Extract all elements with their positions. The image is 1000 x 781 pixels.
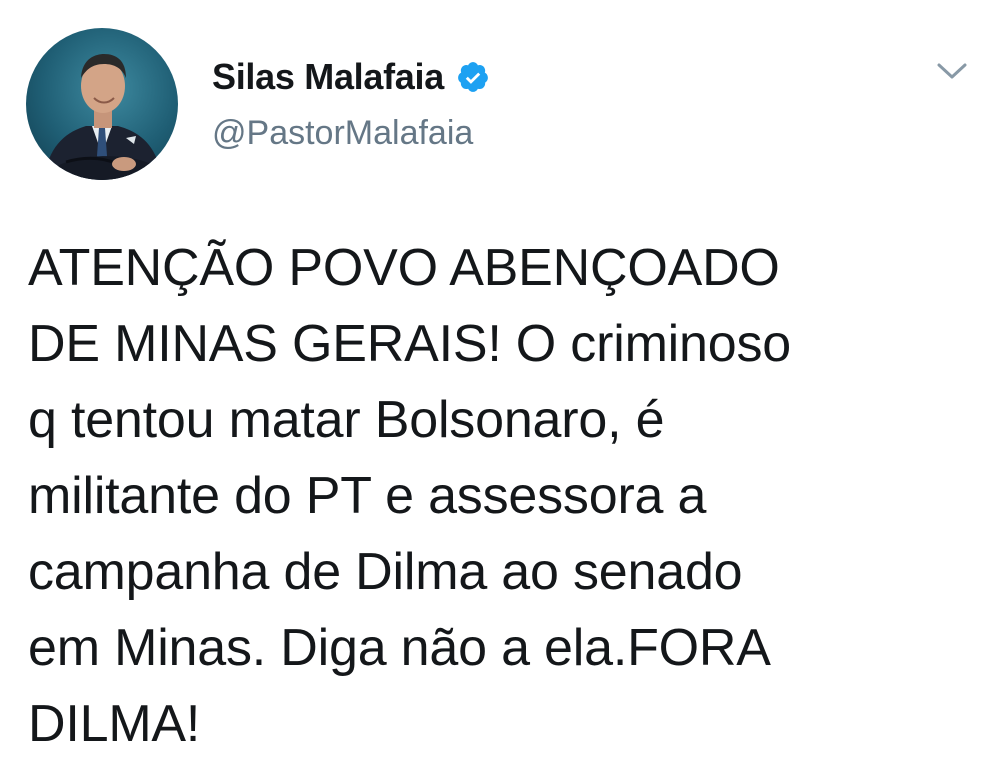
chevron-down-icon[interactable] [932,56,972,86]
author-handle[interactable]: @PastorMalafaia [212,114,473,153]
tweet-card[interactable]: Silas Malafaia @PastorMalafaia ATENÇÃO P… [0,0,1000,781]
author-display-name[interactable]: Silas Malafaia [212,56,444,98]
avatar[interactable] [26,28,178,180]
tweet-text: ATENÇÃO POVO ABENÇOADO DE MINAS GERAIS! … [28,239,791,753]
author-name-row[interactable]: Silas Malafaia [212,54,490,100]
avatar-photo [44,54,162,180]
verified-badge-icon [456,60,490,94]
